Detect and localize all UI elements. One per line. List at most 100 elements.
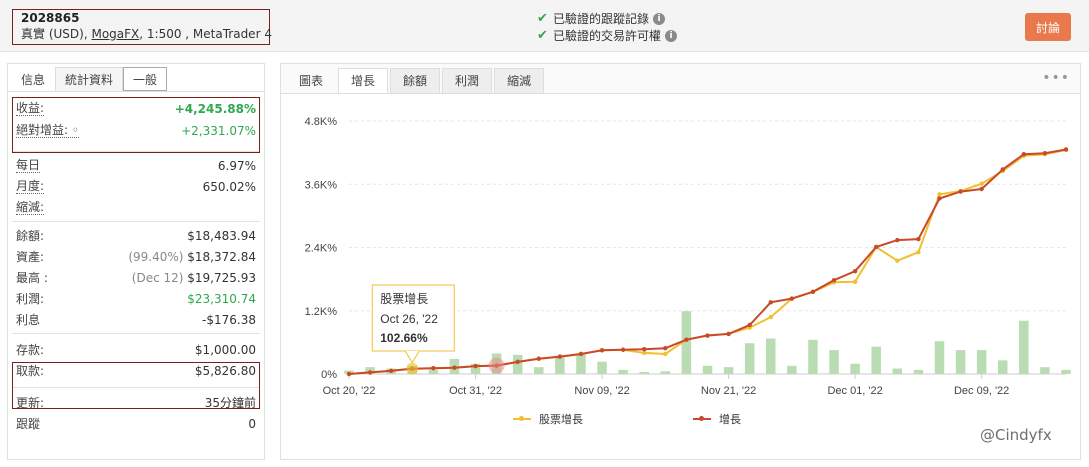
stat-profit: 利潤: $23,310.74: [8, 288, 264, 309]
growth-point: [642, 347, 647, 352]
bar: [850, 363, 860, 374]
tab-statistics[interactable]: 統計資料: [55, 67, 124, 91]
gain-highlight-box: [12, 97, 260, 153]
check-icon: ✔: [537, 11, 548, 26]
tab-drawdown[interactable]: 縮減: [494, 68, 545, 93]
equity-growth-point: [895, 258, 900, 263]
daily-label[interactable]: 每日: [16, 158, 41, 173]
stat-equity: 資產: (99.40%) $18,372.84: [8, 246, 264, 267]
profit-value: $23,310.74: [187, 291, 256, 306]
broker-link[interactable]: MogaFX: [91, 27, 139, 41]
bar: [829, 350, 839, 374]
growth-point: [663, 345, 668, 351]
tab-profit[interactable]: 利潤: [442, 68, 493, 93]
deposits-label: 存款:: [16, 343, 45, 357]
bar: [955, 350, 966, 374]
x-tick-label: Dec 09, '22: [954, 385, 1009, 397]
bar: [871, 346, 881, 374]
bar: [702, 365, 713, 374]
growth-point: [1063, 147, 1069, 152]
growth-point: [810, 289, 816, 294]
check-icon: ✔: [537, 28, 548, 43]
equity-growth-point: [768, 314, 773, 320]
growth-chart: 0% 1.2K% 2.4K% 3.6K% 4.8K% Oct 20, '22 Oct 31…: [305, 116, 1071, 397]
stat-highest: 最高 : (Dec 12) $19,725.93: [8, 267, 264, 288]
growth-point: [937, 196, 942, 201]
bar: [997, 360, 1008, 374]
verified-trading-permission: ✔ 已驗證的交易許可權 i: [537, 27, 678, 44]
tab-general[interactable]: 一般: [123, 67, 168, 91]
bar: [723, 367, 734, 374]
growth-point: [874, 244, 879, 250]
account-leverage-platform: , 1:500 , MetaTrader 4: [139, 27, 272, 41]
bar: [512, 354, 523, 374]
growth-point: [789, 296, 795, 301]
stat-interest: 利息 -$176.38: [8, 309, 264, 330]
bar: [428, 369, 439, 374]
discuss-button[interactable]: 討論: [1025, 13, 1071, 41]
x-tick-label: Nov 09, '22: [574, 385, 629, 397]
growth-point: [388, 368, 394, 374]
bar: [1061, 369, 1071, 374]
y-tick-label: 3.6K%: [305, 179, 338, 191]
y-tick-label: 0%: [321, 369, 337, 381]
balance-label: 餘額:: [16, 229, 45, 243]
chart-tooltip: 股票增長 Oct 26, '22 102.66%: [371, 284, 455, 364]
legend-swatch-equity: [513, 416, 531, 421]
stats-tabs: 信息 統計資料 一般: [8, 64, 264, 92]
x-tick-label: Oct 20, '22: [323, 385, 376, 397]
growth-line: [348, 148, 1067, 375]
verified-track-record-label: 已驗證的跟蹤記錄: [553, 12, 650, 26]
equity-value: (99.40%) $18,372.84: [128, 250, 256, 264]
legend-equity-growth[interactable]: 股票增長: [513, 411, 583, 427]
growth-point: [895, 237, 900, 243]
verified-track-record: ✔ 已驗證的跟蹤記錄 i: [537, 10, 677, 27]
info-icon[interactable]: i: [653, 12, 666, 25]
equity-growth-point: [937, 192, 942, 197]
growth-point: [768, 300, 773, 305]
bar: [639, 371, 649, 374]
stats-panel: 信息 統計資料 一般 收益: +4,245.88% 絕對增益: ◦ +2,331…: [7, 63, 265, 460]
growth-point: [979, 186, 984, 192]
tab-growth[interactable]: 增長: [338, 68, 389, 93]
monthly-label[interactable]: 月度:: [16, 179, 45, 194]
growth-point: [831, 277, 837, 283]
bar: [597, 361, 607, 374]
tab-charts[interactable]: 圖表: [286, 68, 336, 93]
bar: [555, 356, 565, 374]
x-tick-label: Nov 21, '22: [701, 385, 756, 397]
stat-tracking: 跟蹤 0: [8, 413, 264, 434]
watermark: @Cindyfx: [980, 426, 1052, 444]
growth-point: [958, 189, 963, 194]
legend-growth[interactable]: 增長: [693, 411, 741, 427]
growth-point: [578, 351, 584, 357]
bar: [534, 367, 544, 374]
bar: [766, 338, 776, 374]
hover-marker-secondary: [488, 357, 505, 374]
equity-growth-line: [348, 149, 1067, 375]
tab-balance[interactable]: 餘額: [390, 68, 441, 93]
growth-point: [346, 371, 352, 377]
highest-date: (Dec 12): [131, 270, 184, 285]
y-tick-label: 1.2K%: [305, 306, 338, 318]
bar: [934, 341, 945, 374]
growth-point: [684, 337, 689, 342]
hover-marker: [406, 362, 419, 375]
bar: [1040, 367, 1050, 374]
stat-deposits: 存款: $1,000.00: [8, 339, 264, 360]
tab-info[interactable]: 信息: [11, 67, 55, 91]
bar: [787, 365, 797, 374]
drawdown-label[interactable]: 縮減:: [16, 200, 45, 215]
account-header: 2028865 真實 (USD), MogaFX, 1:500 , MetaTr…: [0, 0, 1089, 52]
equity-label: 資產:: [16, 250, 45, 264]
growth-point: [536, 356, 541, 361]
interest-value: -$176.38: [202, 312, 256, 327]
growth-point: [431, 366, 436, 371]
growth-point: [515, 359, 520, 365]
info-icon[interactable]: i: [665, 29, 678, 42]
growth-point: [916, 236, 921, 242]
bar: [892, 368, 903, 374]
tooltip-title: 股票增長: [380, 292, 428, 306]
growth-point: [367, 370, 373, 375]
more-options-icon[interactable]: •••: [1042, 70, 1070, 86]
